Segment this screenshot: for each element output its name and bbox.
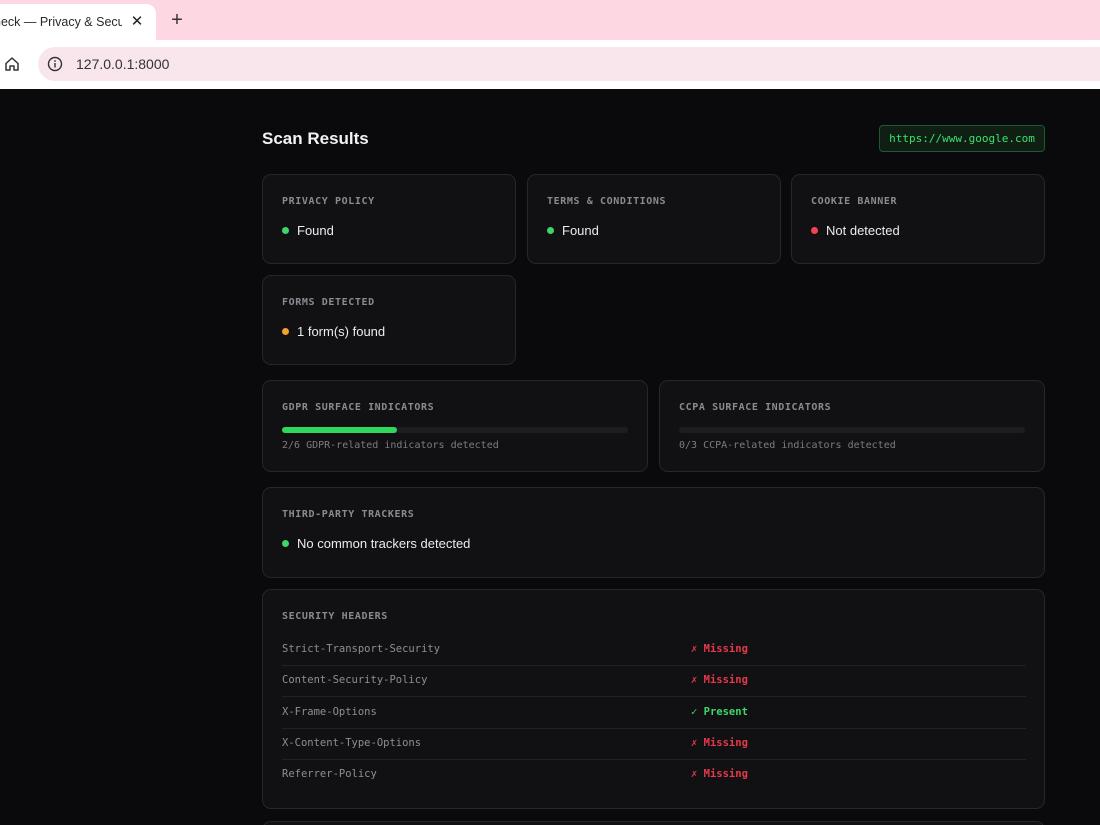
- gdpr-indicators-card: GDPR SURFACE INDICATORS 2/6 GDPR-related…: [262, 380, 648, 472]
- header-status: ✗ Missing: [691, 737, 748, 749]
- address-bar[interactable]: 127.0.0.1:8000: [38, 47, 1100, 81]
- table-row: Strict-Transport-Security ✗ Missing: [282, 635, 1026, 666]
- table-row: X-Content-Type-Options ✗ Missing: [282, 729, 1026, 760]
- table-row: Content-Security-Policy ✗ Missing: [282, 666, 1026, 697]
- page-title: Scan Results: [262, 129, 369, 148]
- header-name: Referrer-Policy: [282, 768, 377, 780]
- home-icon[interactable]: [2, 54, 22, 74]
- ccpa-note: 0/3 CCPA-related indicators detected: [679, 440, 896, 451]
- header-name: X-Frame-Options: [282, 706, 377, 718]
- header-status: ✗ Missing: [691, 674, 748, 686]
- header-name: Strict-Transport-Security: [282, 643, 441, 655]
- browser-tab-bar: heck — Privacy & Secu ✕ +: [0, 0, 1100, 40]
- gdpr-note: 2/6 GDPR-related indicators detected: [282, 440, 499, 451]
- card-label: GDPR SURFACE INDICATORS: [282, 402, 435, 413]
- table-row: Referrer-Policy ✗ Missing: [282, 760, 1026, 791]
- trackers-card: THIRD-PARTY TRACKERS No common trackers …: [262, 487, 1045, 578]
- card-value: Found: [282, 223, 334, 238]
- scanned-url-badge: https://www.google.com: [879, 125, 1045, 152]
- ccpa-indicators-card: CCPA SURFACE INDICATORS 0/3 CCPA-related…: [659, 380, 1045, 472]
- status-dot-icon: [811, 227, 818, 234]
- card-label: CCPA SURFACE INDICATORS: [679, 402, 832, 413]
- status-dot-icon: [282, 227, 289, 234]
- card-value-text: 1 form(s) found: [297, 324, 386, 339]
- info-icon[interactable]: [47, 56, 63, 72]
- card-label: SECURITY HEADERS: [282, 611, 388, 622]
- terms-card: TERMS & CONDITIONS Found: [527, 174, 781, 264]
- header-status: ✓ Present: [691, 706, 748, 718]
- header-status: ✗ Missing: [691, 643, 748, 655]
- new-tab-icon[interactable]: +: [166, 9, 188, 31]
- gdpr-progress-fill: [282, 427, 398, 433]
- header-status: ✗ Missing: [691, 768, 748, 780]
- card-label: FORMS DETECTED: [282, 297, 375, 308]
- card-value: No common trackers detected: [282, 536, 470, 551]
- close-icon[interactable]: ✕: [128, 12, 146, 30]
- browser-toolbar: 127.0.0.1:8000: [0, 40, 1100, 89]
- forms-card: FORMS DETECTED 1 form(s) found: [262, 275, 516, 365]
- status-dot-icon: [547, 227, 554, 234]
- table-row: X-Frame-Options ✓ Present: [282, 698, 1026, 729]
- card-value-text: Found: [562, 223, 599, 238]
- browser-tab[interactable]: heck — Privacy & Secu ✕: [0, 4, 156, 40]
- status-dot-icon: [282, 540, 289, 547]
- card-value-text: Not detected: [826, 223, 900, 238]
- header-name: X-Content-Type-Options: [282, 737, 422, 749]
- tab-title: heck — Privacy & Secu: [0, 15, 122, 29]
- card-label: PRIVACY POLICY: [282, 196, 375, 207]
- card-label: THIRD-PARTY TRACKERS: [282, 509, 415, 520]
- card-value: Not detected: [811, 223, 900, 238]
- card-value-text: No common trackers detected: [297, 536, 471, 551]
- gdpr-progress-bar: [282, 427, 628, 433]
- card-label: COOKIE BANNER: [811, 196, 898, 207]
- status-dot-icon: [282, 328, 289, 335]
- header-name: Content-Security-Policy: [282, 674, 428, 686]
- security-headers-card: SECURITY HEADERS Strict-Transport-Securi…: [262, 589, 1045, 809]
- next-section-card: [262, 821, 1045, 825]
- card-value: 1 form(s) found: [282, 324, 385, 339]
- address-bar-url: 127.0.0.1:8000: [76, 56, 170, 72]
- cookie-banner-card: COOKIE BANNER Not detected: [791, 174, 1045, 264]
- card-value-text: Found: [297, 223, 334, 238]
- card-label: TERMS & CONDITIONS: [547, 196, 667, 207]
- page-content: Scan Results https://www.google.com PRIV…: [0, 89, 1100, 825]
- ccpa-progress-bar: [679, 427, 1025, 433]
- privacy-policy-card: PRIVACY POLICY Found: [262, 174, 516, 264]
- card-value: Found: [547, 223, 599, 238]
